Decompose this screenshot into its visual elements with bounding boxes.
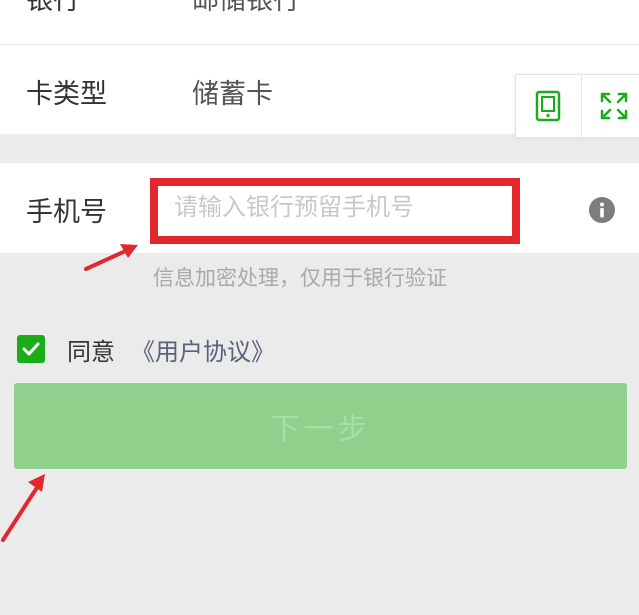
info-glyph-icon bbox=[600, 202, 604, 218]
encryption-hint: 信息加密处理，仅用于银行验证 bbox=[153, 266, 447, 290]
annotation-arrow-button bbox=[1, 474, 45, 542]
card-type-value: 储蓄卡 bbox=[192, 79, 273, 110]
bank-value: 邮储银行 bbox=[192, 0, 300, 16]
floating-toolbar bbox=[515, 74, 639, 138]
phone-input[interactable] bbox=[168, 185, 506, 229]
bank-label: 银行 bbox=[26, 0, 80, 16]
next-step-button[interactable]: 下一步 bbox=[14, 383, 627, 469]
agreement-row: 同意 《用户协议》 bbox=[17, 332, 275, 367]
agree-checkbox[interactable] bbox=[17, 335, 45, 363]
bank-row: 银行 邮储银行 bbox=[0, 0, 639, 45]
checkmark-icon bbox=[22, 342, 40, 356]
tablet-icon bbox=[536, 90, 561, 122]
phone-row: 手机号 bbox=[0, 163, 639, 253]
tablet-button[interactable] bbox=[516, 75, 582, 137]
info-icon[interactable] bbox=[589, 197, 615, 223]
agree-text: 同意 bbox=[67, 337, 115, 366]
user-agreement-link[interactable]: 《用户协议》 bbox=[131, 332, 275, 367]
expand-icon bbox=[600, 92, 627, 120]
phone-label: 手机号 bbox=[26, 197, 107, 228]
card-type-label: 卡类型 bbox=[26, 79, 107, 110]
expand-button[interactable] bbox=[582, 75, 639, 137]
